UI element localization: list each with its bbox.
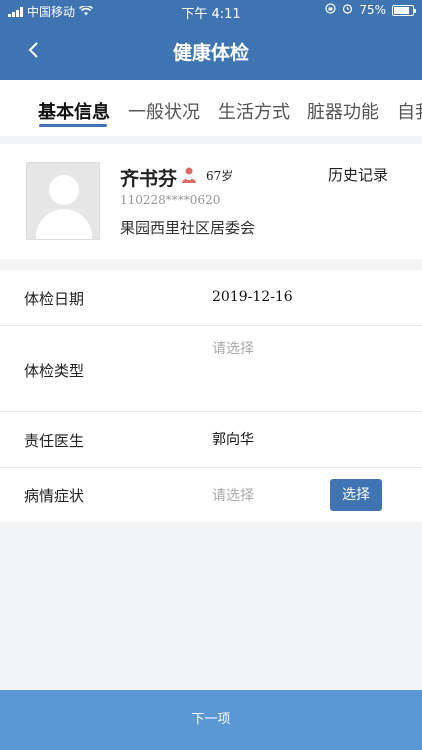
tab-basic-info[interactable]: 基本信息 [38, 98, 110, 124]
history-link[interactable]: 历史记录 [328, 164, 388, 185]
tab-bar: 基本信息 一般状况 生活方式 脏器功能 自我 [0, 80, 422, 136]
patient-id-number: 110228****0620 [120, 193, 221, 207]
profile-card: 齐书芬 67岁 历史记录 110228****0620 果园西里社区居委会 [0, 144, 422, 259]
exam-date-value[interactable]: 2019-12-16 [212, 289, 293, 305]
tab-self[interactable]: 自我 [397, 98, 422, 124]
next-button[interactable]: 下一项 [0, 690, 422, 750]
row-exam-type[interactable]: 体检类型 请选择 [0, 326, 422, 412]
form-section: 体检日期 2019-12-16 体检类型 请选择 责任医生 郭向华 病情症状 请… [0, 270, 422, 522]
page-title: 健康体检 [172, 42, 249, 64]
tab-lifestyle[interactable]: 生活方式 [218, 98, 290, 124]
patient-name: 齐书芬 [120, 168, 178, 190]
row-exam-date[interactable]: 体检日期 2019-12-16 [0, 270, 422, 326]
select-symptoms-button[interactable]: 选择 [330, 479, 382, 511]
nav-bar: 健康体检 [0, 22, 422, 78]
symptoms-label: 病情症状 [24, 487, 85, 505]
status-bar: 中国移动 下午 4:11 75% [0, 0, 422, 22]
row-doctor[interactable]: 责任医生 郭向华 [0, 412, 422, 468]
patient-age: 67岁 [206, 169, 234, 183]
avatar [26, 162, 100, 240]
battery-percent: 75% [359, 3, 386, 17]
tab-organ-function[interactable]: 脏器功能 [307, 98, 379, 124]
doctor-value[interactable]: 郭向华 [212, 429, 254, 449]
exam-date-label: 体检日期 [24, 290, 85, 308]
tab-active-indicator [39, 124, 107, 127]
symptoms-select[interactable]: 请选择 [212, 485, 254, 505]
tab-general-status[interactable]: 一般状况 [128, 98, 200, 124]
patient-organization: 果园西里社区居委会 [120, 219, 256, 237]
top-bar: 中国移动 下午 4:11 75% 健康体检 [0, 0, 422, 80]
female-person-icon [180, 166, 198, 184]
doctor-label: 责任医生 [24, 432, 85, 450]
alarm-icon [342, 3, 353, 17]
lock-rotation-icon [325, 3, 336, 17]
status-right: 75% [325, 3, 416, 17]
exam-type-select[interactable]: 请选择 [212, 338, 254, 358]
row-symptoms[interactable]: 病情症状 请选择 选择 [0, 468, 422, 522]
exam-type-label: 体检类型 [24, 362, 85, 380]
battery-icon [392, 4, 416, 16]
